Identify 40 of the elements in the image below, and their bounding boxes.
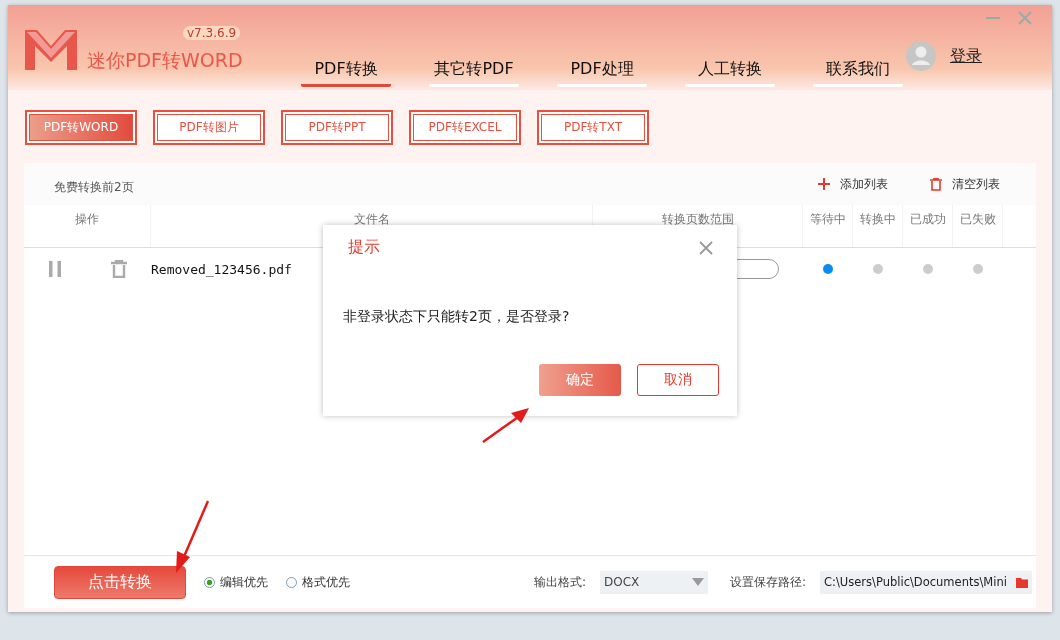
avatar-icon (906, 41, 936, 71)
sub-tab[interactable]: PDF转图片 (153, 110, 265, 145)
close-icon[interactable] (699, 240, 713, 255)
file-name: Removed_123456.pdf (151, 261, 293, 277)
logo-icon (25, 30, 77, 70)
add-list-button[interactable]: 添加列表 (812, 174, 894, 194)
nav-tab[interactable]: PDF转换 (301, 59, 391, 87)
cancel-button[interactable]: 取消 (637, 364, 719, 396)
column-header: 转换中 (853, 205, 903, 247)
column-header: 操作 (24, 205, 151, 247)
arrow-annotation (481, 406, 531, 444)
clear-list-button[interactable]: 清空列表 (924, 174, 1006, 194)
radio-option[interactable]: 格式优先 (286, 573, 350, 591)
save-path-label: 设置保存路径: (730, 573, 807, 591)
close-icon[interactable] (1018, 11, 1032, 25)
folder-icon[interactable] (1016, 576, 1029, 588)
version-label: v7.3.6.9 (183, 26, 241, 40)
nav-tab[interactable]: 人工转换 (685, 59, 775, 87)
column-header: 已失败 (953, 205, 1003, 247)
column-header: 已成功 (903, 205, 953, 247)
pause-icon[interactable] (48, 261, 61, 277)
format-select[interactable]: DOCX (600, 570, 709, 594)
nav-tab[interactable]: 其它转PDF (429, 59, 519, 87)
dialog-message: 非登录状态下只能转2页，是否登录? (343, 308, 571, 326)
sub-tab[interactable]: PDF转TXT (537, 110, 649, 145)
free-note: 免费转换前2页 (54, 178, 135, 196)
sub-tab[interactable]: PDF转PPT (281, 110, 393, 145)
sub-tab[interactable]: PDF转EXCEL (409, 110, 521, 145)
plus-icon (818, 178, 830, 190)
format-label: 输出格式: (534, 573, 587, 591)
dropdown-icon (692, 578, 705, 586)
login-link[interactable]: 登录 (950, 45, 982, 67)
column-header: 等待中 (803, 205, 853, 247)
radio-option[interactable]: 编辑优先 (204, 573, 268, 591)
trash-icon[interactable] (110, 260, 127, 278)
trash-icon (930, 177, 942, 191)
save-path-field[interactable]: C:\Users\Public\Documents\Mini (820, 570, 1033, 594)
app-title: 迷你PDF转WORD (87, 48, 243, 73)
nav-tab[interactable]: 联系我们 (813, 59, 903, 87)
nav-tab[interactable]: PDF处理 (557, 59, 647, 87)
